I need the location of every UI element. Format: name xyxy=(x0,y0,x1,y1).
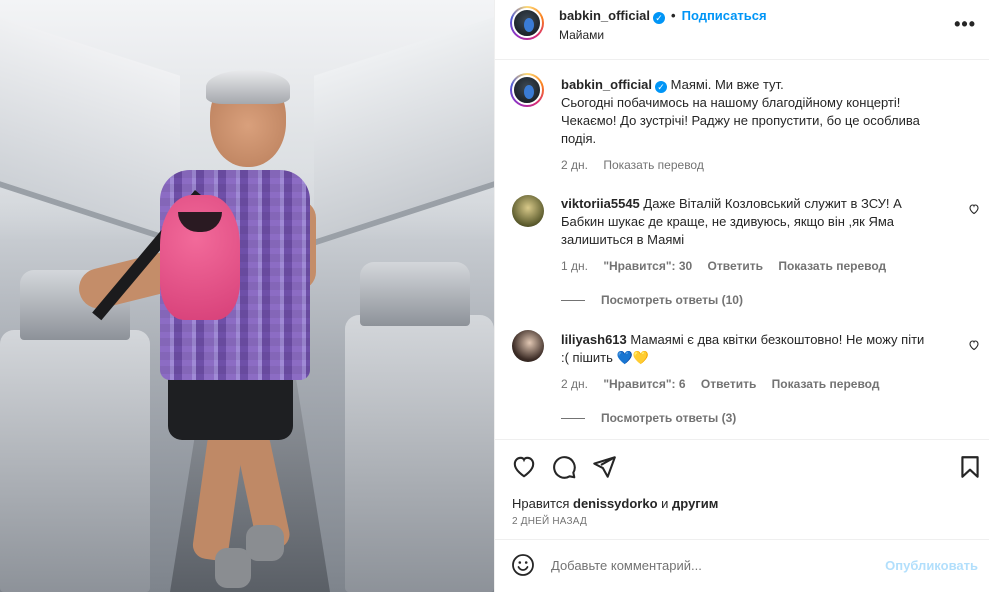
caption-text: подія. xyxy=(561,131,597,146)
commenter-avatar[interactable] xyxy=(512,330,544,362)
likes-and: и xyxy=(661,496,669,511)
reply-button[interactable]: Ответить xyxy=(701,377,756,391)
follow-button[interactable]: Подписаться xyxy=(682,8,767,23)
liked-by-user[interactable]: denissydorko xyxy=(573,496,658,511)
caption-time[interactable]: 2 дн. xyxy=(561,158,588,172)
comment-line: liliyash613 Мамаямі є два квітки безкошт… xyxy=(561,331,961,349)
comment-input[interactable]: Добавьте комментарий... xyxy=(551,558,702,573)
post-comment-button[interactable]: Опубликовать xyxy=(885,558,978,573)
author-avatar[interactable] xyxy=(510,6,544,40)
commenter-avatar[interactable] xyxy=(512,195,544,227)
comment-meta: 2 дн. "Нравится": 6 Ответить Показать пе… xyxy=(561,377,961,391)
emoji-smiley-icon[interactable] xyxy=(511,553,535,577)
view-replies-button[interactable]: Посмотреть ответы (10) xyxy=(561,293,961,307)
caption-meta: 2 дн. Показать перевод xyxy=(561,158,971,172)
comment-text: Мамаямі є два квітки безкоштовно! Не мож… xyxy=(630,332,925,347)
post-actions: Нравится denissydorko и другим 2 ДНЕЙ НА… xyxy=(495,440,989,540)
comment-text: :( пішить 💙💛 xyxy=(561,350,649,365)
comment-likes[interactable]: "Нравится": 6 xyxy=(603,377,685,391)
caption-text: Маямі. Ми вже тут. xyxy=(670,77,784,92)
comment-time[interactable]: 1 дн. xyxy=(561,259,588,273)
seat xyxy=(360,262,470,326)
comment-text: Даже Віталій Козловський служит в ЗСУ! А xyxy=(643,196,902,211)
share-send-icon[interactable] xyxy=(591,454,617,480)
view-replies-label: Посмотреть ответы (3) xyxy=(601,411,737,425)
comment-bubble-icon[interactable] xyxy=(551,454,577,480)
post-date[interactable]: 2 ДНЕЙ НАЗАД xyxy=(512,516,587,527)
likes-summary[interactable]: Нравится denissydorko и другим xyxy=(512,496,718,511)
seat xyxy=(345,315,494,592)
liked-by-others[interactable]: другим xyxy=(672,496,718,511)
reply-button[interactable]: Ответить xyxy=(708,259,763,273)
view-replies-button[interactable]: Посмотреть ответы (3) xyxy=(561,411,961,425)
comment-likes[interactable]: "Нравится": 30 xyxy=(603,259,692,273)
comment-meta: 1 дн. "Нравится": 30 Ответить Показать п… xyxy=(561,259,961,273)
caption-author-avatar[interactable] xyxy=(510,73,544,107)
seat xyxy=(0,330,150,592)
post-side-panel: babkin_official ✓ • Подписаться Майами ••• … xyxy=(494,0,989,592)
separator-dot: • xyxy=(671,8,676,23)
comment-text: Бабкин шукає де краще, не здивуюсь, якщо… xyxy=(561,214,895,229)
comment-translate-button[interactable]: Показать перевод xyxy=(772,377,880,391)
post-location[interactable]: Майами xyxy=(559,28,604,42)
comment-line: viktoriia5545 Даже Віталій Козловський с… xyxy=(561,195,961,213)
person-shoe xyxy=(246,525,284,561)
comment-like-heart-icon[interactable] xyxy=(968,203,980,215)
save-bookmark-icon[interactable] xyxy=(957,454,983,480)
caption-line: babkin_official ✓ Маямі. Ми вже тут. xyxy=(561,76,971,94)
commenter-username[interactable]: viktoriia5545 xyxy=(561,196,640,211)
caption-text: Сьогодні побачимось на нашому благодійно… xyxy=(561,95,901,110)
replies-line xyxy=(561,418,585,420)
commenter-username[interactable]: liliyash613 xyxy=(561,332,627,347)
like-heart-icon[interactable] xyxy=(511,454,537,480)
comment-like-heart-icon[interactable] xyxy=(968,339,980,351)
caption-text: Чекаємо! До зустрічі! Раджу не пропустит… xyxy=(561,113,920,128)
person-hair xyxy=(206,70,290,104)
author-username[interactable]: babkin_official xyxy=(559,8,650,23)
likes-prefix: Нравится xyxy=(512,496,570,511)
view-replies-label: Посмотреть ответы (10) xyxy=(601,293,743,307)
comment-time[interactable]: 2 дн. xyxy=(561,377,588,391)
more-options-icon[interactable]: ••• xyxy=(954,14,976,35)
comments-section[interactable]: babkin_official ✓ Маямі. Ми вже тут. Сьог… xyxy=(495,60,989,440)
comment-text: залишиться в Маямі xyxy=(561,232,685,247)
caption-translate-button[interactable]: Показать перевод xyxy=(603,158,704,172)
verified-badge-icon: ✓ xyxy=(653,12,666,24)
person-shoe xyxy=(215,548,251,588)
post-photo[interactable] xyxy=(0,0,494,592)
replies-line xyxy=(561,300,585,302)
verified-badge-icon: ✓ xyxy=(655,81,668,93)
caption-username[interactable]: babkin_official xyxy=(561,77,652,92)
post-header: babkin_official ✓ • Подписаться Майами ••• xyxy=(495,0,989,60)
comment-translate-button[interactable]: Показать перевод xyxy=(778,259,886,273)
add-comment-bar: Добавьте комментарий... Опубликовать xyxy=(495,540,989,592)
